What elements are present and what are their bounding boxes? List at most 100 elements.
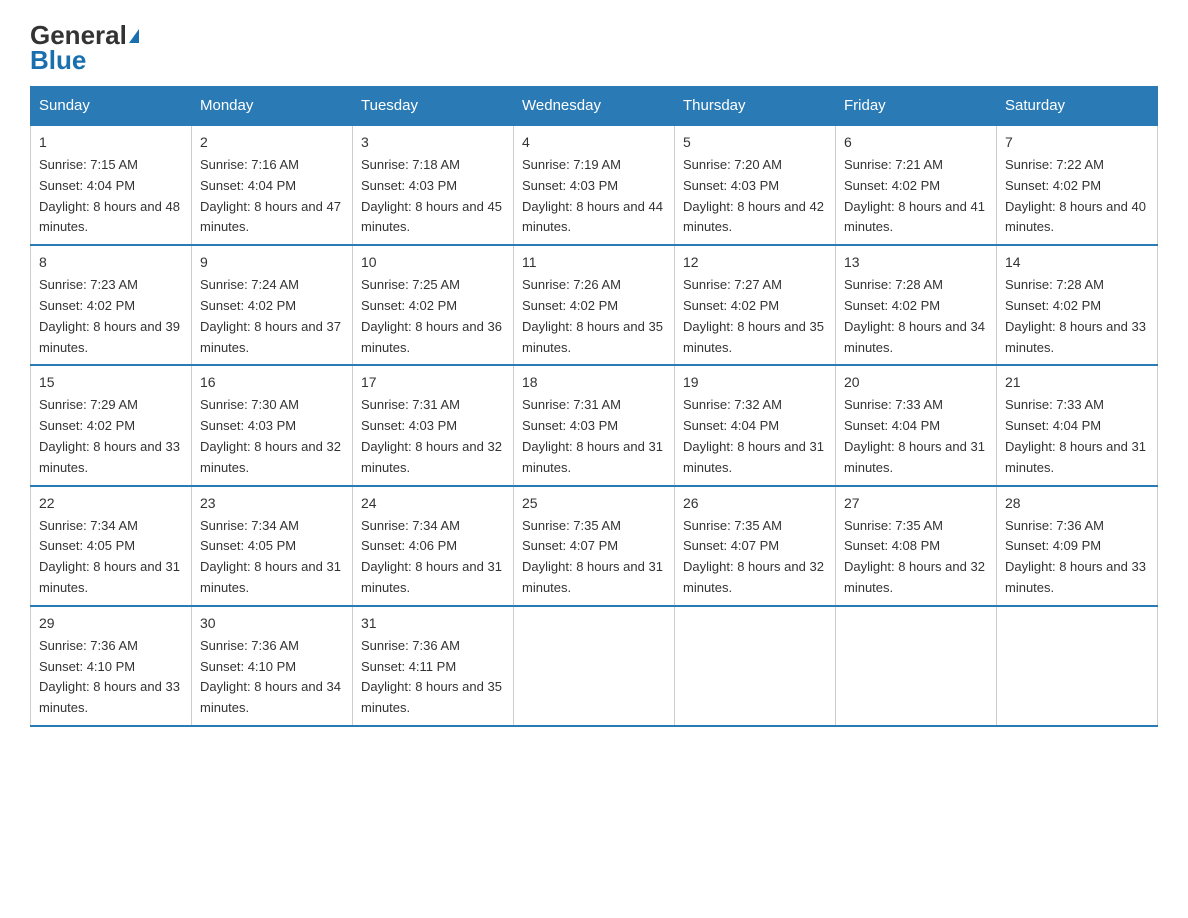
calendar-day-cell: 24 Sunrise: 7:34 AMSunset: 4:06 PMDaylig… [353,486,514,606]
day-info: Sunrise: 7:25 AMSunset: 4:02 PMDaylight:… [361,277,502,354]
day-info: Sunrise: 7:34 AMSunset: 4:06 PMDaylight:… [361,518,502,595]
day-info: Sunrise: 7:27 AMSunset: 4:02 PMDaylight:… [683,277,824,354]
day-info: Sunrise: 7:16 AMSunset: 4:04 PMDaylight:… [200,157,341,234]
calendar-day-cell: 30 Sunrise: 7:36 AMSunset: 4:10 PMDaylig… [192,606,353,726]
day-number: 24 [361,493,505,514]
calendar-week-row: 15 Sunrise: 7:29 AMSunset: 4:02 PMDaylig… [31,365,1158,485]
day-info: Sunrise: 7:36 AMSunset: 4:10 PMDaylight:… [200,638,341,715]
day-number: 27 [844,493,988,514]
day-number: 17 [361,372,505,393]
calendar-day-cell: 2 Sunrise: 7:16 AMSunset: 4:04 PMDayligh… [192,125,353,245]
calendar-day-cell: 21 Sunrise: 7:33 AMSunset: 4:04 PMDaylig… [997,365,1158,485]
calendar-day-cell: 15 Sunrise: 7:29 AMSunset: 4:02 PMDaylig… [31,365,192,485]
calendar-day-cell: 17 Sunrise: 7:31 AMSunset: 4:03 PMDaylig… [353,365,514,485]
day-number: 12 [683,252,827,273]
logo-triangle-icon [129,29,139,43]
day-number: 4 [522,132,666,153]
calendar-day-cell: 10 Sunrise: 7:25 AMSunset: 4:02 PMDaylig… [353,245,514,365]
day-number: 18 [522,372,666,393]
calendar-week-row: 8 Sunrise: 7:23 AMSunset: 4:02 PMDayligh… [31,245,1158,365]
day-number: 8 [39,252,183,273]
day-number: 29 [39,613,183,634]
day-info: Sunrise: 7:31 AMSunset: 4:03 PMDaylight:… [361,397,502,474]
calendar-day-cell: 4 Sunrise: 7:19 AMSunset: 4:03 PMDayligh… [514,125,675,245]
calendar-day-cell: 1 Sunrise: 7:15 AMSunset: 4:04 PMDayligh… [31,125,192,245]
logo: General Blue [30,20,139,76]
day-number: 28 [1005,493,1149,514]
day-info: Sunrise: 7:32 AMSunset: 4:04 PMDaylight:… [683,397,824,474]
day-number: 5 [683,132,827,153]
weekday-header-tuesday: Tuesday [353,87,514,126]
calendar-day-cell: 20 Sunrise: 7:33 AMSunset: 4:04 PMDaylig… [836,365,997,485]
calendar-day-cell: 22 Sunrise: 7:34 AMSunset: 4:05 PMDaylig… [31,486,192,606]
calendar-day-cell: 7 Sunrise: 7:22 AMSunset: 4:02 PMDayligh… [997,125,1158,245]
calendar-week-row: 1 Sunrise: 7:15 AMSunset: 4:04 PMDayligh… [31,125,1158,245]
day-info: Sunrise: 7:20 AMSunset: 4:03 PMDaylight:… [683,157,824,234]
calendar-day-cell: 26 Sunrise: 7:35 AMSunset: 4:07 PMDaylig… [675,486,836,606]
day-info: Sunrise: 7:36 AMSunset: 4:10 PMDaylight:… [39,638,180,715]
calendar-day-cell: 18 Sunrise: 7:31 AMSunset: 4:03 PMDaylig… [514,365,675,485]
page-header: General Blue [30,20,1158,76]
calendar-day-cell: 9 Sunrise: 7:24 AMSunset: 4:02 PMDayligh… [192,245,353,365]
calendar-day-cell: 3 Sunrise: 7:18 AMSunset: 4:03 PMDayligh… [353,125,514,245]
calendar-day-cell: 29 Sunrise: 7:36 AMSunset: 4:10 PMDaylig… [31,606,192,726]
logo-blue: Blue [30,45,86,76]
day-number: 2 [200,132,344,153]
calendar-day-cell: 25 Sunrise: 7:35 AMSunset: 4:07 PMDaylig… [514,486,675,606]
day-info: Sunrise: 7:33 AMSunset: 4:04 PMDaylight:… [1005,397,1146,474]
day-info: Sunrise: 7:15 AMSunset: 4:04 PMDaylight:… [39,157,180,234]
day-number: 13 [844,252,988,273]
day-number: 9 [200,252,344,273]
calendar-week-row: 22 Sunrise: 7:34 AMSunset: 4:05 PMDaylig… [31,486,1158,606]
day-number: 15 [39,372,183,393]
day-info: Sunrise: 7:22 AMSunset: 4:02 PMDaylight:… [1005,157,1146,234]
calendar-day-cell: 16 Sunrise: 7:30 AMSunset: 4:03 PMDaylig… [192,365,353,485]
calendar-day-cell [675,606,836,726]
day-number: 21 [1005,372,1149,393]
weekday-header-thursday: Thursday [675,87,836,126]
day-info: Sunrise: 7:23 AMSunset: 4:02 PMDaylight:… [39,277,180,354]
weekday-header-wednesday: Wednesday [514,87,675,126]
day-number: 22 [39,493,183,514]
day-info: Sunrise: 7:19 AMSunset: 4:03 PMDaylight:… [522,157,663,234]
day-info: Sunrise: 7:31 AMSunset: 4:03 PMDaylight:… [522,397,663,474]
day-number: 16 [200,372,344,393]
day-info: Sunrise: 7:26 AMSunset: 4:02 PMDaylight:… [522,277,663,354]
day-number: 20 [844,372,988,393]
weekday-header-sunday: Sunday [31,87,192,126]
day-info: Sunrise: 7:36 AMSunset: 4:09 PMDaylight:… [1005,518,1146,595]
calendar-day-cell: 23 Sunrise: 7:34 AMSunset: 4:05 PMDaylig… [192,486,353,606]
calendar-day-cell: 14 Sunrise: 7:28 AMSunset: 4:02 PMDaylig… [997,245,1158,365]
weekday-header-saturday: Saturday [997,87,1158,126]
weekday-header-monday: Monday [192,87,353,126]
calendar-day-cell: 5 Sunrise: 7:20 AMSunset: 4:03 PMDayligh… [675,125,836,245]
day-info: Sunrise: 7:18 AMSunset: 4:03 PMDaylight:… [361,157,502,234]
day-info: Sunrise: 7:28 AMSunset: 4:02 PMDaylight:… [844,277,985,354]
day-number: 1 [39,132,183,153]
day-number: 3 [361,132,505,153]
calendar-day-cell: 13 Sunrise: 7:28 AMSunset: 4:02 PMDaylig… [836,245,997,365]
day-info: Sunrise: 7:29 AMSunset: 4:02 PMDaylight:… [39,397,180,474]
day-info: Sunrise: 7:35 AMSunset: 4:07 PMDaylight:… [522,518,663,595]
day-info: Sunrise: 7:24 AMSunset: 4:02 PMDaylight:… [200,277,341,354]
day-number: 31 [361,613,505,634]
calendar-day-cell: 28 Sunrise: 7:36 AMSunset: 4:09 PMDaylig… [997,486,1158,606]
day-number: 23 [200,493,344,514]
day-number: 26 [683,493,827,514]
day-number: 7 [1005,132,1149,153]
day-number: 10 [361,252,505,273]
day-info: Sunrise: 7:34 AMSunset: 4:05 PMDaylight:… [39,518,180,595]
day-number: 25 [522,493,666,514]
calendar-week-row: 29 Sunrise: 7:36 AMSunset: 4:10 PMDaylig… [31,606,1158,726]
calendar-day-cell [836,606,997,726]
day-info: Sunrise: 7:30 AMSunset: 4:03 PMDaylight:… [200,397,341,474]
calendar-day-cell: 6 Sunrise: 7:21 AMSunset: 4:02 PMDayligh… [836,125,997,245]
calendar-table: SundayMondayTuesdayWednesdayThursdayFrid… [30,86,1158,727]
calendar-day-cell: 27 Sunrise: 7:35 AMSunset: 4:08 PMDaylig… [836,486,997,606]
calendar-day-cell: 11 Sunrise: 7:26 AMSunset: 4:02 PMDaylig… [514,245,675,365]
calendar-day-cell [514,606,675,726]
day-number: 6 [844,132,988,153]
day-number: 30 [200,613,344,634]
day-info: Sunrise: 7:36 AMSunset: 4:11 PMDaylight:… [361,638,502,715]
weekday-header-friday: Friday [836,87,997,126]
